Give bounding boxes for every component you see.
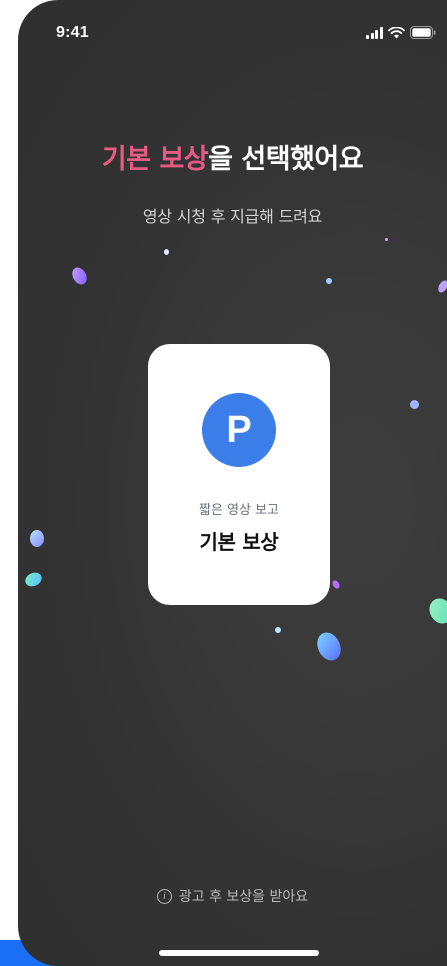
point-icon: P — [202, 393, 276, 467]
confetti-piece — [69, 264, 90, 288]
phone-screen: 9:41 기본 보상을 선택했어요 영상 시청 후 지급해 드려요 P 짧은 영… — [18, 0, 447, 966]
title-rest: 을 선택했어요 — [208, 144, 364, 175]
signal-icon — [366, 26, 383, 39]
reward-card[interactable]: P 짧은 영상 보고 기본 보상 — [148, 344, 330, 605]
confetti-piece — [410, 400, 419, 409]
home-indicator[interactable] — [159, 950, 319, 956]
reward-title: 기본 보상 — [199, 530, 279, 554]
confetti-piece — [30, 530, 44, 547]
page-title: 기본 보상을 선택했어요 — [18, 137, 447, 176]
battery-icon — [409, 26, 435, 39]
info-icon: i — [156, 888, 172, 904]
confetti-piece — [330, 579, 342, 590]
confetti-piece — [23, 570, 44, 589]
status-time: 9:41 — [56, 24, 89, 41]
confetti-piece — [436, 278, 447, 295]
reward-caption: 짧은 영상 보고 — [198, 503, 280, 518]
confetti-piece — [312, 628, 346, 665]
confetti-piece — [164, 249, 169, 255]
confetti-piece — [424, 594, 447, 628]
status-icons — [366, 26, 436, 39]
page-subtitle: 영상 시청 후 지급해 드려요 — [142, 207, 323, 226]
status-bar: 9:41 — [18, 0, 447, 60]
confetti-piece — [275, 627, 281, 633]
ad-notice-text: 광고 후 보상을 받아요 — [178, 889, 309, 905]
confetti-piece — [385, 238, 388, 241]
screen: 9:41 기본 보상을 선택했어요 영상 시청 후 지급해 드려요 P 짧은 영… — [0, 0, 447, 966]
ad-notice: i 광고 후 보상을 받아요 — [18, 886, 447, 906]
title-accent: 기본 보상 — [101, 144, 209, 175]
wifi-icon — [387, 26, 405, 38]
confetti-piece — [326, 278, 332, 284]
